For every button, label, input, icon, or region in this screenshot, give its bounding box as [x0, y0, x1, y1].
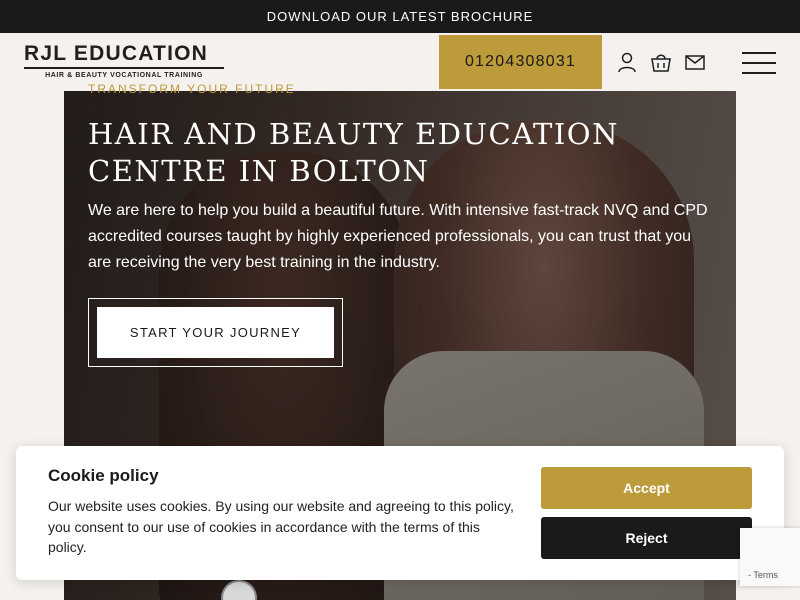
logo-rule	[24, 67, 224, 69]
phone-number: 01204308031	[464, 53, 577, 70]
accept-label: Accept	[623, 480, 670, 496]
accept-button[interactable]: Accept	[541, 467, 752, 509]
mail-icon[interactable]	[684, 51, 706, 73]
menu-bar	[742, 72, 776, 74]
cookie-title: Cookie policy	[48, 466, 159, 485]
top-banner[interactable]: DOWNLOAD OUR LATEST BROCHURE	[0, 0, 800, 33]
logo[interactable]: RJL EDUCATION HAIR & BEAUTY VOCATIONAL T…	[24, 43, 224, 81]
menu-icon[interactable]	[742, 50, 778, 76]
top-banner-link[interactable]: DOWNLOAD OUR LATEST BROCHURE	[267, 9, 534, 24]
logo-main-text: RJL EDUCATION	[24, 42, 208, 65]
phone-button[interactable]: 01204308031	[439, 35, 602, 89]
menu-bar	[742, 52, 776, 54]
hero-title: Hair and Beauty Education Centre in Bolt…	[88, 117, 619, 188]
start-journey-button[interactable]: START YOUR JOURNEY	[97, 307, 334, 358]
hero-eyebrow: TRANSFORM YOUR FUTURE	[88, 82, 296, 96]
logo-sub-text: HAIR & BEAUTY VOCATIONAL TRAINING	[45, 72, 203, 79]
cookie-text: Our website uses cookies. By using our w…	[48, 498, 514, 555]
cta-label: START YOUR JOURNEY	[129, 325, 302, 340]
reject-button[interactable]: Reject	[541, 517, 752, 559]
basket-icon[interactable]	[650, 51, 672, 73]
menu-bar	[742, 62, 776, 64]
user-icon[interactable]	[616, 51, 638, 73]
reject-label: Reject	[625, 530, 668, 546]
recaptcha-badge[interactable]: - Terms	[740, 528, 800, 586]
cookie-banner: Cookie policy Our website uses cookies. …	[16, 446, 784, 580]
hero-description: We are here to help you build a beautifu…	[88, 202, 708, 271]
recaptcha-terms[interactable]: - Terms	[748, 570, 778, 580]
